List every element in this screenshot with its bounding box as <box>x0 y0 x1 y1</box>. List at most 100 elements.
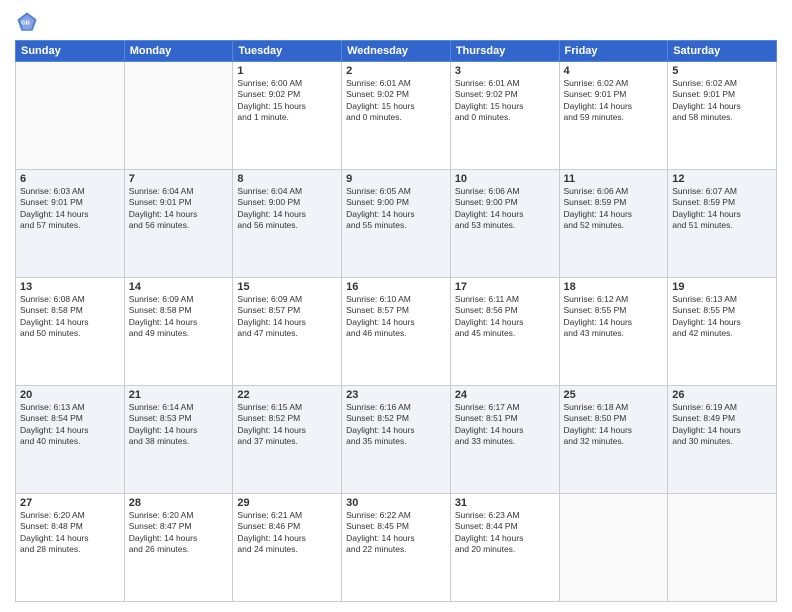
calendar-cell: 11Sunrise: 6:06 AMSunset: 8:59 PMDayligh… <box>559 170 668 278</box>
calendar-week-row: 6Sunrise: 6:03 AMSunset: 9:01 PMDaylight… <box>16 170 777 278</box>
calendar-cell: 19Sunrise: 6:13 AMSunset: 8:55 PMDayligh… <box>668 278 777 386</box>
day-info: Sunrise: 6:09 AMSunset: 8:58 PMDaylight:… <box>129 294 229 340</box>
col-header-saturday: Saturday <box>668 41 777 62</box>
svg-text:GB: GB <box>21 20 29 26</box>
col-header-thursday: Thursday <box>450 41 559 62</box>
day-number: 29 <box>237 497 337 509</box>
calendar-cell: 13Sunrise: 6:08 AMSunset: 8:58 PMDayligh… <box>16 278 125 386</box>
day-number: 26 <box>672 389 772 401</box>
day-info: Sunrise: 6:15 AMSunset: 8:52 PMDaylight:… <box>237 402 337 448</box>
day-number: 4 <box>564 65 664 77</box>
header: GB <box>15 10 777 34</box>
day-number: 9 <box>346 173 446 185</box>
day-info: Sunrise: 6:12 AMSunset: 8:55 PMDaylight:… <box>564 294 664 340</box>
day-number: 25 <box>564 389 664 401</box>
day-info: Sunrise: 6:08 AMSunset: 8:58 PMDaylight:… <box>20 294 120 340</box>
col-header-wednesday: Wednesday <box>342 41 451 62</box>
day-number: 8 <box>237 173 337 185</box>
calendar-cell: 5Sunrise: 6:02 AMSunset: 9:01 PMDaylight… <box>668 62 777 170</box>
day-number: 7 <box>129 173 229 185</box>
calendar-cell: 7Sunrise: 6:04 AMSunset: 9:01 PMDaylight… <box>124 170 233 278</box>
day-number: 12 <box>672 173 772 185</box>
calendar-table: SundayMondayTuesdayWednesdayThursdayFrid… <box>15 40 777 602</box>
day-info: Sunrise: 6:01 AMSunset: 9:02 PMDaylight:… <box>346 78 446 124</box>
day-number: 24 <box>455 389 555 401</box>
calendar-cell: 28Sunrise: 6:20 AMSunset: 8:47 PMDayligh… <box>124 494 233 602</box>
day-info: Sunrise: 6:10 AMSunset: 8:57 PMDaylight:… <box>346 294 446 340</box>
day-number: 16 <box>346 281 446 293</box>
calendar-cell: 21Sunrise: 6:14 AMSunset: 8:53 PMDayligh… <box>124 386 233 494</box>
calendar-cell: 2Sunrise: 6:01 AMSunset: 9:02 PMDaylight… <box>342 62 451 170</box>
calendar-cell: 30Sunrise: 6:22 AMSunset: 8:45 PMDayligh… <box>342 494 451 602</box>
day-info: Sunrise: 6:13 AMSunset: 8:54 PMDaylight:… <box>20 402 120 448</box>
calendar-cell <box>559 494 668 602</box>
calendar-week-row: 1Sunrise: 6:00 AMSunset: 9:02 PMDaylight… <box>16 62 777 170</box>
calendar-cell: 31Sunrise: 6:23 AMSunset: 8:44 PMDayligh… <box>450 494 559 602</box>
calendar-cell: 18Sunrise: 6:12 AMSunset: 8:55 PMDayligh… <box>559 278 668 386</box>
day-info: Sunrise: 6:02 AMSunset: 9:01 PMDaylight:… <box>672 78 772 124</box>
calendar-cell: 8Sunrise: 6:04 AMSunset: 9:00 PMDaylight… <box>233 170 342 278</box>
calendar-cell: 17Sunrise: 6:11 AMSunset: 8:56 PMDayligh… <box>450 278 559 386</box>
col-header-friday: Friday <box>559 41 668 62</box>
calendar-cell: 22Sunrise: 6:15 AMSunset: 8:52 PMDayligh… <box>233 386 342 494</box>
day-info: Sunrise: 6:16 AMSunset: 8:52 PMDaylight:… <box>346 402 446 448</box>
page: GB SundayMondayTuesdayWednesdayThursdayF… <box>0 0 792 612</box>
day-number: 22 <box>237 389 337 401</box>
day-info: Sunrise: 6:20 AMSunset: 8:48 PMDaylight:… <box>20 510 120 556</box>
day-number: 20 <box>20 389 120 401</box>
day-info: Sunrise: 6:07 AMSunset: 8:59 PMDaylight:… <box>672 186 772 232</box>
day-info: Sunrise: 6:04 AMSunset: 9:01 PMDaylight:… <box>129 186 229 232</box>
day-number: 27 <box>20 497 120 509</box>
day-info: Sunrise: 6:14 AMSunset: 8:53 PMDaylight:… <box>129 402 229 448</box>
day-number: 17 <box>455 281 555 293</box>
day-number: 10 <box>455 173 555 185</box>
day-number: 28 <box>129 497 229 509</box>
calendar-cell <box>668 494 777 602</box>
day-info: Sunrise: 6:06 AMSunset: 9:00 PMDaylight:… <box>455 186 555 232</box>
day-info: Sunrise: 6:06 AMSunset: 8:59 PMDaylight:… <box>564 186 664 232</box>
calendar-cell: 3Sunrise: 6:01 AMSunset: 9:02 PMDaylight… <box>450 62 559 170</box>
day-info: Sunrise: 6:01 AMSunset: 9:02 PMDaylight:… <box>455 78 555 124</box>
calendar-cell: 24Sunrise: 6:17 AMSunset: 8:51 PMDayligh… <box>450 386 559 494</box>
day-number: 19 <box>672 281 772 293</box>
day-number: 2 <box>346 65 446 77</box>
calendar-cell <box>16 62 125 170</box>
col-header-sunday: Sunday <box>16 41 125 62</box>
calendar-cell: 12Sunrise: 6:07 AMSunset: 8:59 PMDayligh… <box>668 170 777 278</box>
day-info: Sunrise: 6:04 AMSunset: 9:00 PMDaylight:… <box>237 186 337 232</box>
day-number: 13 <box>20 281 120 293</box>
day-info: Sunrise: 6:17 AMSunset: 8:51 PMDaylight:… <box>455 402 555 448</box>
day-number: 30 <box>346 497 446 509</box>
calendar-cell: 16Sunrise: 6:10 AMSunset: 8:57 PMDayligh… <box>342 278 451 386</box>
calendar-cell: 6Sunrise: 6:03 AMSunset: 9:01 PMDaylight… <box>16 170 125 278</box>
day-info: Sunrise: 6:05 AMSunset: 9:00 PMDaylight:… <box>346 186 446 232</box>
col-header-monday: Monday <box>124 41 233 62</box>
day-info: Sunrise: 6:02 AMSunset: 9:01 PMDaylight:… <box>564 78 664 124</box>
calendar-cell: 1Sunrise: 6:00 AMSunset: 9:02 PMDaylight… <box>233 62 342 170</box>
day-number: 3 <box>455 65 555 77</box>
day-number: 14 <box>129 281 229 293</box>
day-number: 21 <box>129 389 229 401</box>
logo: GB <box>15 10 43 34</box>
day-number: 11 <box>564 173 664 185</box>
day-info: Sunrise: 6:00 AMSunset: 9:02 PMDaylight:… <box>237 78 337 124</box>
day-info: Sunrise: 6:13 AMSunset: 8:55 PMDaylight:… <box>672 294 772 340</box>
calendar-cell: 20Sunrise: 6:13 AMSunset: 8:54 PMDayligh… <box>16 386 125 494</box>
day-number: 18 <box>564 281 664 293</box>
calendar-header-row: SundayMondayTuesdayWednesdayThursdayFrid… <box>16 41 777 62</box>
day-number: 1 <box>237 65 337 77</box>
day-info: Sunrise: 6:23 AMSunset: 8:44 PMDaylight:… <box>455 510 555 556</box>
calendar-cell: 29Sunrise: 6:21 AMSunset: 8:46 PMDayligh… <box>233 494 342 602</box>
day-info: Sunrise: 6:20 AMSunset: 8:47 PMDaylight:… <box>129 510 229 556</box>
calendar-cell: 26Sunrise: 6:19 AMSunset: 8:49 PMDayligh… <box>668 386 777 494</box>
day-info: Sunrise: 6:03 AMSunset: 9:01 PMDaylight:… <box>20 186 120 232</box>
day-info: Sunrise: 6:09 AMSunset: 8:57 PMDaylight:… <box>237 294 337 340</box>
day-info: Sunrise: 6:19 AMSunset: 8:49 PMDaylight:… <box>672 402 772 448</box>
calendar-week-row: 20Sunrise: 6:13 AMSunset: 8:54 PMDayligh… <box>16 386 777 494</box>
day-number: 15 <box>237 281 337 293</box>
calendar-cell: 27Sunrise: 6:20 AMSunset: 8:48 PMDayligh… <box>16 494 125 602</box>
calendar-cell: 9Sunrise: 6:05 AMSunset: 9:00 PMDaylight… <box>342 170 451 278</box>
calendar-cell: 10Sunrise: 6:06 AMSunset: 9:00 PMDayligh… <box>450 170 559 278</box>
calendar-cell <box>124 62 233 170</box>
calendar-week-row: 13Sunrise: 6:08 AMSunset: 8:58 PMDayligh… <box>16 278 777 386</box>
